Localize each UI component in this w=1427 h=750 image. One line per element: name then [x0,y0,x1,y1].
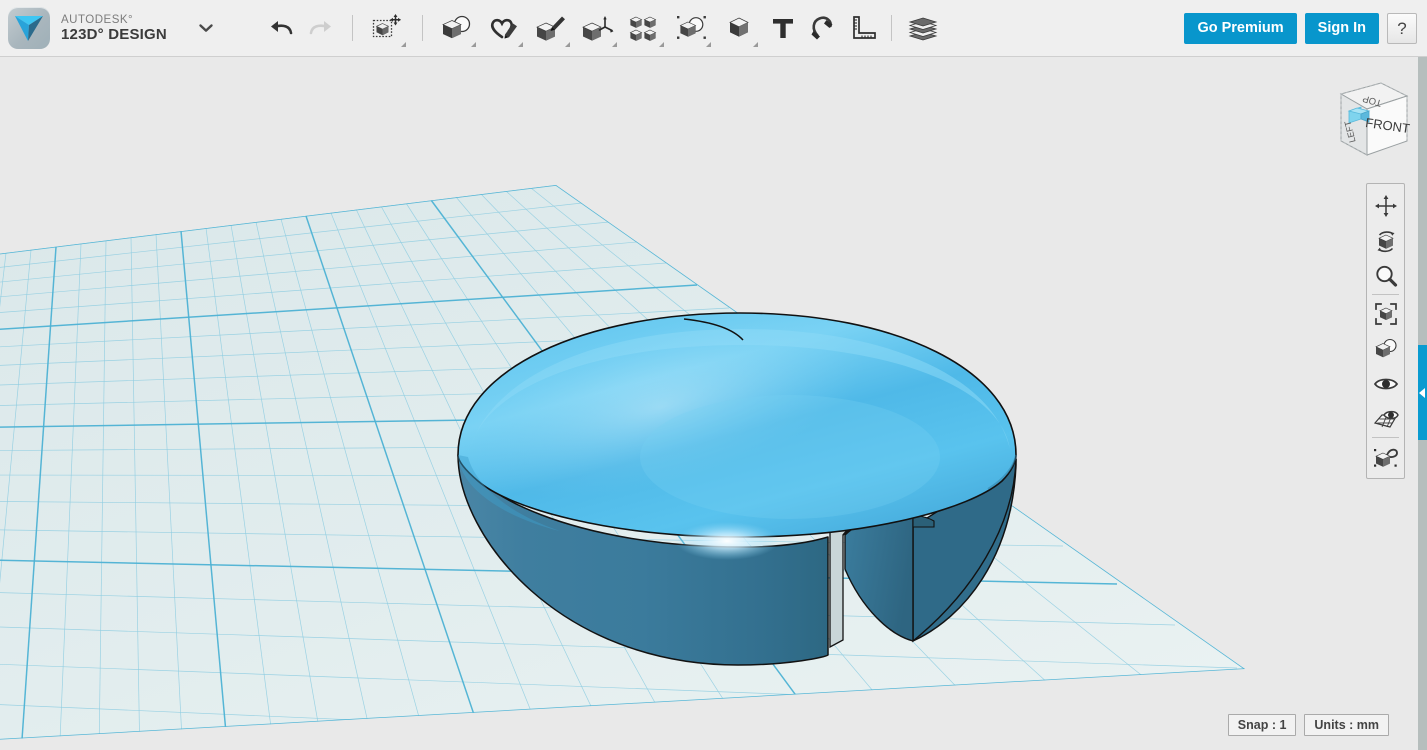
transform-button[interactable] [364,6,411,50]
go-premium-button[interactable]: Go Premium [1184,13,1296,44]
dropdown-caret-icon [471,42,476,47]
dropdown-caret-icon [518,42,523,47]
3d-scene [0,57,1427,750]
nav-divider [1372,294,1399,295]
viewport-canvas[interactable]: FRONT TOP LEFT [0,57,1427,750]
fit-to-view-cube-icon[interactable] [1369,296,1403,331]
brand-company-name: AUTODESK° [61,14,167,26]
tool-buttons-group [261,0,947,57]
text-button[interactable] [763,6,803,50]
dropdown-caret-icon [659,42,664,47]
top-toolbar: AUTODESK° 123D° DESIGN [0,0,1427,57]
units-status[interactable]: Units : mm [1304,714,1389,736]
sketch-button[interactable] [481,6,528,50]
cube-sphere-shade-icon[interactable] [1369,331,1403,366]
measure-button[interactable] [843,6,883,50]
magnifier-zoom-icon[interactable] [1369,258,1403,293]
snap-button[interactable] [803,6,843,50]
undo-button[interactable] [261,6,301,50]
navigation-panel [1366,183,1405,479]
pan-arrows-icon[interactable] [1369,188,1403,223]
dropdown-caret-icon [706,42,711,47]
application-window: AUTODESK° 123D° DESIGN [0,0,1427,750]
grid-eye-icon[interactable] [1369,401,1403,436]
dropdown-caret-icon [565,42,570,47]
grouping-button[interactable] [669,6,716,50]
pattern-button[interactable] [622,6,669,50]
toolbar-divider [352,15,353,41]
brand-text: AUTODESK° 123D° DESIGN [61,14,167,43]
view-cube[interactable]: FRONT TOP LEFT [1311,67,1415,167]
combine-button[interactable] [716,6,763,50]
autodesk-123d-logo-icon [8,7,50,49]
eye-visibility-icon[interactable] [1369,366,1403,401]
construct-button[interactable] [528,6,575,50]
brand-area[interactable]: AUTODESK° 123D° DESIGN [0,7,215,49]
modify-button[interactable] [575,6,622,50]
cube-snap-points-icon[interactable] [1369,439,1403,474]
toolbar-divider [422,15,423,41]
redo-button[interactable] [301,6,341,50]
snap-status[interactable]: Snap : 1 [1228,714,1297,736]
toolbar-divider [891,15,892,41]
chevron-left-icon [1419,388,1425,398]
sign-in-button[interactable]: Sign In [1305,13,1379,44]
status-bar: Snap : 1 Units : mm [1228,714,1389,736]
help-button[interactable]: ? [1387,13,1417,44]
dropdown-caret-icon [612,42,617,47]
materials-button[interactable] [900,6,947,50]
side-panel-expand-tab[interactable] [1418,345,1427,440]
primitives-button[interactable] [434,6,481,50]
orbit-cube-icon[interactable] [1369,223,1403,258]
chevron-down-icon[interactable] [197,22,215,34]
nav-divider [1372,437,1399,438]
dropdown-caret-icon [753,42,758,47]
brand-product-name: 123D° DESIGN [61,27,167,43]
account-buttons-group: Go Premium Sign In ? [1184,0,1417,57]
dropdown-caret-icon [401,42,406,47]
